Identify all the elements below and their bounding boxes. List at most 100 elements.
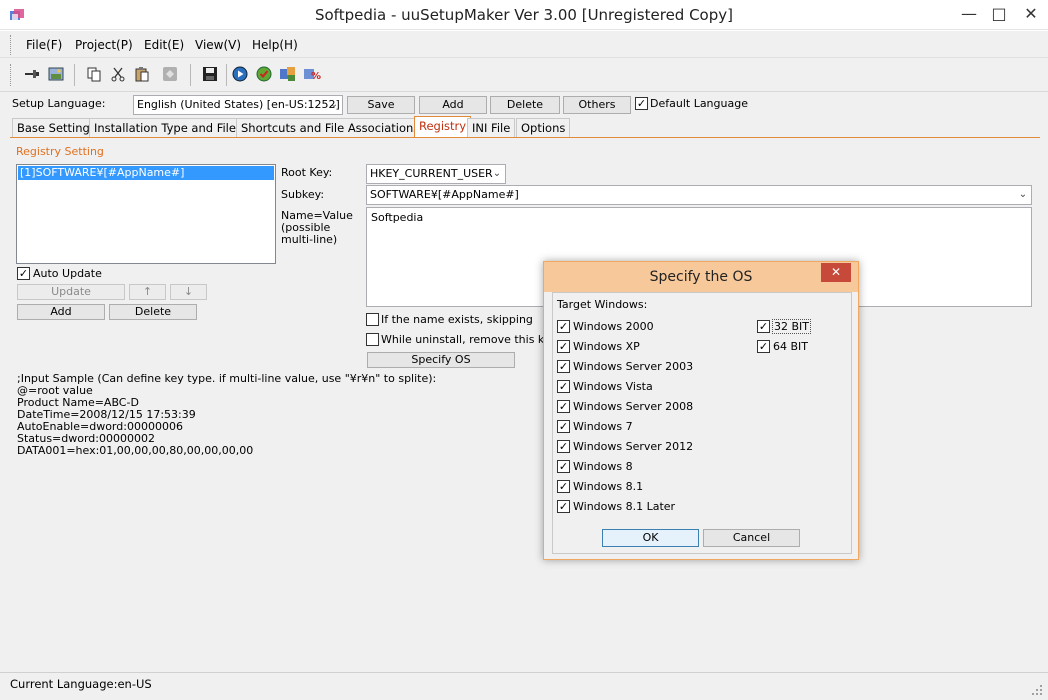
os-label: Windows 2000 <box>573 320 654 333</box>
update-button[interactable]: Update <box>17 284 125 300</box>
os-label: Windows 7 <box>573 420 633 433</box>
minimize-icon[interactable]: — <box>954 0 984 28</box>
os-label: Windows 8 <box>573 460 633 473</box>
subkey-value: SOFTWARE¥[#AppName#] <box>370 188 519 201</box>
add-key-button[interactable]: Add <box>17 304 105 320</box>
registry-key-list[interactable]: [1]SOFTWARE¥[#AppName#] <box>16 164 276 264</box>
os-label: Windows Server 2012 <box>573 440 694 453</box>
specify-os-dialog: Specify the OS ✕ Target Windows: ✓ Windo… <box>543 261 859 560</box>
window-title: Softpedia - uuSetupMaker Ver 3.00 [Unreg… <box>314 6 733 24</box>
setup-language-label: Setup Language: <box>12 97 106 110</box>
name-value-label: Name=Value (possible multi-line) <box>281 210 353 246</box>
image-icon[interactable] <box>46 64 66 84</box>
os-checkbox-windows-2000[interactable]: ✓ <box>557 320 570 333</box>
os-checkbox-windows-8[interactable]: ✓ <box>557 460 570 473</box>
os-checkbox-windows-vista[interactable]: ✓ <box>557 380 570 393</box>
os-label: Windows 8.1 <box>573 480 644 493</box>
save-icon[interactable] <box>200 64 220 84</box>
input-sample: ;Input Sample (Can define key type. if m… <box>17 373 436 457</box>
specify-os-button[interactable]: Specify OS <box>367 352 515 368</box>
tab-registry[interactable]: Registry <box>414 116 472 138</box>
default-language-checkbox[interactable]: ✓ <box>635 97 648 110</box>
language-delete-button[interactable]: Delete <box>490 96 560 114</box>
copy-icon[interactable] <box>84 64 104 84</box>
menu-file[interactable]: File(F) <box>22 35 66 55</box>
ok-button[interactable]: OK <box>602 529 699 547</box>
auto-update-checkbox[interactable]: ✓ <box>17 267 30 280</box>
chevron-down-icon[interactable]: ⌄ <box>489 165 505 183</box>
language-others-button[interactable]: Others <box>563 96 631 114</box>
toolbar-separator <box>190 64 191 86</box>
chevron-down-icon[interactable]: ⌄ <box>326 96 342 114</box>
tab-installation-type[interactable]: Installation Type and Files <box>89 118 247 138</box>
tab-strip: Base Setting Installation Type and Files… <box>10 116 1040 138</box>
menu-project[interactable]: Project(P) <box>71 35 137 55</box>
status-text: Current Language:en-US <box>10 677 152 691</box>
tab-options[interactable]: Options <box>516 118 571 138</box>
skip-if-exists-label: If the name exists, skipping <box>381 313 533 326</box>
maximize-icon[interactable]: □ <box>984 0 1014 28</box>
menu-help[interactable]: Help(H) <box>248 35 302 55</box>
svg-text:%: % <box>311 71 321 82</box>
paste-icon[interactable] <box>132 64 152 84</box>
move-up-button[interactable]: ↑ <box>129 284 166 300</box>
name-value-label-line: multi-line) <box>281 233 338 246</box>
menu-edit[interactable]: Edit(E) <box>140 35 188 55</box>
resize-grip-icon[interactable] <box>1030 683 1044 697</box>
menu-bar: File(F) Project(P) Edit(E) View(V) Help(… <box>0 31 1048 58</box>
os-checkbox-windows-server-2003[interactable]: ✓ <box>557 360 570 373</box>
os-label: Windows Server 2008 <box>573 400 694 413</box>
os-checkbox-windows-8-1[interactable]: ✓ <box>557 480 570 493</box>
os-checkbox-windows-xp[interactable]: ✓ <box>557 340 570 353</box>
tab-ini-file[interactable]: INI File <box>467 118 516 138</box>
os-checkbox-windows-8-1-later[interactable]: ✓ <box>557 500 570 513</box>
os-checkbox-windows-server-2012[interactable]: ✓ <box>557 440 570 453</box>
play-icon[interactable] <box>230 64 250 84</box>
setup-language-value: English (United States) [en-US:1252] <box>137 98 340 111</box>
tab-shortcuts[interactable]: Shortcuts and File Associations <box>236 118 425 138</box>
language-save-button[interactable]: Save <box>347 96 415 114</box>
dialog-title-bar: Specify the OS ✕ <box>544 262 858 292</box>
bit-checkbox-64[interactable]: ✓ <box>757 340 770 353</box>
cancel-button[interactable]: Cancel <box>703 529 800 547</box>
registry-section-title: Registry Setting <box>16 145 104 158</box>
tab-base-setting[interactable]: Base Setting <box>12 118 95 138</box>
language-add-button[interactable]: Add <box>419 96 487 114</box>
chevron-down-icon[interactable]: ⌄ <box>1015 186 1031 204</box>
target-windows-label: Target Windows: <box>557 298 648 311</box>
dialog-title: Specify the OS <box>649 269 753 285</box>
pin-icon[interactable] <box>22 64 42 84</box>
os-checkbox-windows-7[interactable]: ✓ <box>557 420 570 433</box>
dialog-body: Target Windows: ✓ Windows 2000 ✓ Windows… <box>552 292 852 554</box>
build-alt-icon[interactable]: % <box>302 64 322 84</box>
menu-view[interactable]: View(V) <box>191 35 245 55</box>
root-key-select[interactable]: HKEY_CURRENT_USER ⌄ <box>366 164 506 184</box>
subkey-label: Subkey: <box>281 188 325 201</box>
setup-language-select[interactable]: English (United States) [en-US:1252] ⌄ <box>133 95 343 115</box>
build-icon[interactable] <box>278 64 298 84</box>
menu-grip <box>10 35 12 55</box>
list-item[interactable]: [1]SOFTWARE¥[#AppName#] <box>18 166 274 180</box>
dialog-close-icon[interactable]: ✕ <box>821 263 851 282</box>
toolbar: % <box>0 58 1048 92</box>
auto-update-label: Auto Update <box>33 267 102 280</box>
toolbar-separator <box>74 64 75 86</box>
root-key-value: HKEY_CURRENT_USER <box>370 167 493 180</box>
name-value-text: Softpedia <box>371 211 424 224</box>
bit-checkbox-32[interactable]: ✓ <box>757 320 770 333</box>
skip-if-exists-checkbox[interactable] <box>366 313 379 326</box>
remove-on-uninstall-label: While uninstall, remove this key <box>381 333 558 346</box>
tab-underline <box>10 137 1040 138</box>
sample-line: DATA001=hex:01,00,00,00,80,00,00,00,00 <box>17 444 254 457</box>
toolbar-grip <box>10 64 12 86</box>
remove-on-uninstall-checkbox[interactable] <box>366 333 379 346</box>
close-icon[interactable]: ✕ <box>1014 0 1048 28</box>
root-key-label: Root Key: <box>281 166 333 179</box>
delete-key-button[interactable]: Delete <box>109 304 197 320</box>
cut-icon[interactable] <box>108 64 128 84</box>
os-checkbox-windows-server-2008[interactable]: ✓ <box>557 400 570 413</box>
move-down-button[interactable]: ↓ <box>170 284 207 300</box>
subkey-select[interactable]: SOFTWARE¥[#AppName#] ⌄ <box>366 185 1032 205</box>
check-icon[interactable] <box>254 64 274 84</box>
default-language-label: Default Language <box>650 97 748 110</box>
